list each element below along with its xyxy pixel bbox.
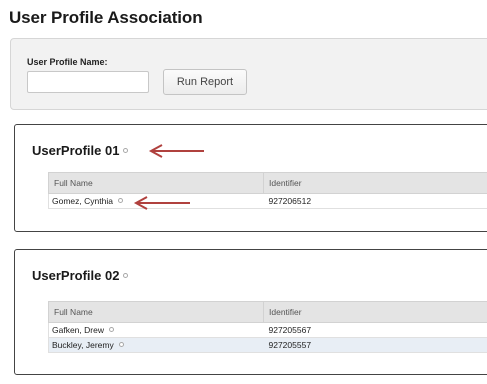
column-header-identifier[interactable]: Identifier [263, 301, 487, 323]
table-header-row: Full Name Identifier [48, 172, 487, 194]
full-name-text[interactable]: Gomez, Cynthia [52, 196, 113, 206]
identifier-cell: 927205557 [263, 337, 487, 353]
full-name-cell: Gomez, Cynthia [48, 193, 264, 209]
profile-users-table: Full Name Identifier Gafken, Drew 927205… [48, 301, 487, 353]
profile-title-text[interactable]: UserProfile 01 [32, 143, 119, 158]
profile-card: UserProfile 02 Full Name Identifier Gafk… [14, 249, 487, 375]
circle-icon[interactable] [123, 273, 129, 278]
circle-icon[interactable] [108, 327, 114, 332]
full-name-text[interactable]: Buckley, Jeremy [52, 340, 114, 350]
full-name-cell: Buckley, Jeremy [48, 337, 264, 353]
circle-icon[interactable] [118, 342, 124, 347]
column-header-identifier[interactable]: Identifier [263, 172, 487, 194]
profile-card: UserProfile 01 Full Name Identifier Gome… [14, 124, 487, 232]
profile-users-table: Full Name Identifier Gomez, Cynthia 9272… [48, 172, 487, 209]
column-header-full-name[interactable]: Full Name [48, 172, 264, 194]
run-report-button[interactable]: Run Report [163, 69, 247, 95]
identifier-cell: 927205567 [263, 322, 487, 338]
profile-title[interactable]: UserProfile 01 [32, 143, 129, 158]
table-row[interactable]: Gafken, Drew 927205567 [48, 322, 487, 338]
page-title: User Profile Association [9, 8, 203, 27]
profile-title-text[interactable]: UserProfile 02 [32, 268, 119, 283]
profile-name-label: User Profile Name: [27, 57, 108, 67]
table-row[interactable]: Gomez, Cynthia 927206512 [48, 193, 487, 209]
circle-icon[interactable] [117, 198, 123, 203]
filter-panel: User Profile Name: Run Report [10, 38, 487, 110]
circle-icon[interactable] [123, 148, 129, 153]
table-row[interactable]: Buckley, Jeremy 927205557 [48, 337, 487, 353]
identifier-cell: 927206512 [263, 193, 487, 209]
full-name-cell: Gafken, Drew [48, 322, 264, 338]
full-name-text[interactable]: Gafken, Drew [52, 325, 104, 335]
profile-name-input[interactable] [27, 71, 149, 93]
profile-title[interactable]: UserProfile 02 [32, 268, 129, 283]
table-header-row: Full Name Identifier [48, 301, 487, 323]
column-header-full-name[interactable]: Full Name [48, 301, 264, 323]
